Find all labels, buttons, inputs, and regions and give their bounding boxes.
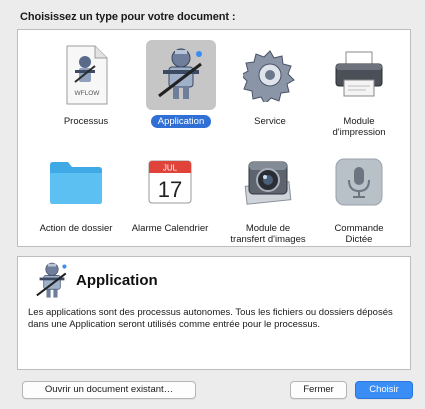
- tile-label: Module d'impression: [332, 116, 386, 138]
- automator-robot-icon: [32, 261, 72, 301]
- tile-action-dossier[interactable]: Action de dossier: [28, 147, 124, 234]
- document-type-grid: WFLOW Processus Application Service Modu…: [17, 29, 411, 247]
- tile-alarme-calendrier[interactable]: JUL 17 Alarme Calendrier: [122, 147, 218, 234]
- description-text: Les applications sont des processus auto…: [28, 307, 393, 330]
- description-title: Application: [76, 272, 158, 289]
- prompt-label: Choisissez un type pour votre document :: [20, 11, 236, 23]
- description-panel: Application Les applications sont des pr…: [17, 256, 411, 370]
- close-button[interactable]: Fermer: [290, 381, 347, 399]
- tile-label: Processus: [63, 116, 109, 127]
- tile-transfert-images[interactable]: Module de transfert d'images: [220, 147, 316, 245]
- tile-commande-dictee[interactable]: Commande Dictée: [311, 147, 407, 245]
- tile-label: Alarme Calendrier: [131, 223, 209, 234]
- gear-icon: [235, 40, 305, 110]
- automator-robot-icon: [146, 40, 216, 110]
- printer-icon: [324, 40, 394, 110]
- calendar-month: JUL: [163, 164, 178, 173]
- tile-service[interactable]: Service: [222, 40, 318, 127]
- calendar-icon: JUL 17: [135, 147, 205, 217]
- microphone-icon: [324, 147, 394, 217]
- wflow-badge: WFLOW: [75, 90, 101, 97]
- camera-icon: [233, 147, 303, 217]
- tile-label: Service: [254, 116, 286, 127]
- tile-label: Commande Dictée: [334, 223, 384, 245]
- tile-label: Module de transfert d'images: [230, 223, 306, 245]
- choose-button[interactable]: Choisir: [355, 381, 413, 399]
- tile-label: Application: [150, 115, 212, 128]
- tile-application[interactable]: Application: [133, 40, 229, 129]
- tile-label: Action de dossier: [39, 223, 113, 234]
- tile-processus[interactable]: WFLOW Processus: [38, 40, 134, 127]
- folder-icon: [41, 147, 111, 217]
- workflow-file-icon: WFLOW: [51, 40, 121, 110]
- tile-module-impression[interactable]: Module d'impression: [311, 40, 407, 138]
- open-existing-document-button[interactable]: Ouvrir un document existant…: [22, 381, 196, 399]
- calendar-day: 17: [158, 177, 182, 202]
